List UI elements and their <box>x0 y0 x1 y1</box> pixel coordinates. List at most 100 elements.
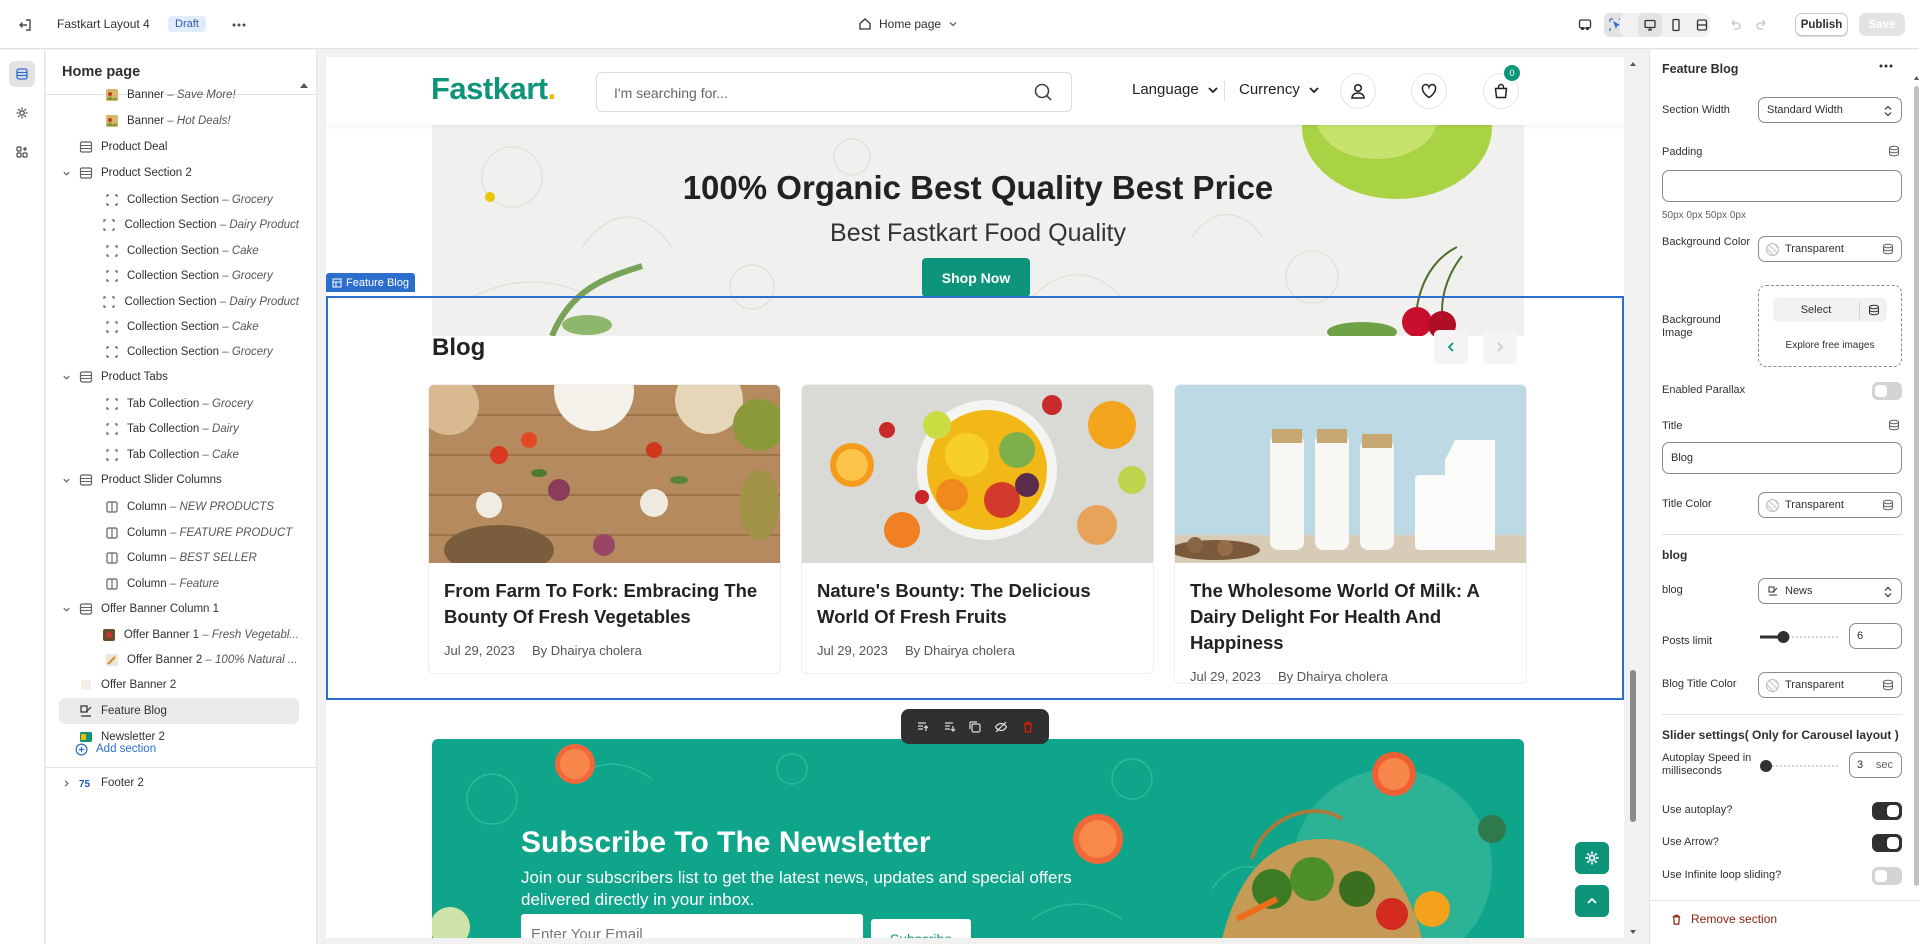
sidebar-item[interactable]: Feature Blog <box>59 698 299 724</box>
section-width-select[interactable]: Standard Width <box>1758 97 1902 123</box>
move-down-icon[interactable] <box>939 717 959 737</box>
infinite-loop-toggle[interactable] <box>1872 867 1902 885</box>
move-up-icon[interactable] <box>912 717 932 737</box>
selected-section-label[interactable]: Feature Blog <box>326 273 415 292</box>
hide-icon[interactable] <box>991 717 1011 737</box>
posts-limit-slider[interactable] <box>1758 631 1838 643</box>
sidebar-item[interactable]: Collection Section – Cake <box>59 238 299 264</box>
canvas-scrollbar[interactable] <box>1629 60 1637 936</box>
delete-icon[interactable] <box>1018 717 1038 737</box>
scroll-up-icon[interactable] <box>300 82 308 88</box>
store-search-input[interactable]: I'm searching for... <box>596 72 1072 112</box>
sidebar-item[interactable]: Tab Collection – Dairy <box>59 416 299 442</box>
sidebar-item[interactable]: Offer Banner 1 – Fresh Vegetabl... <box>59 622 299 648</box>
parallax-toggle[interactable] <box>1872 382 1902 400</box>
sidebar-item[interactable]: Product Slider Columns <box>59 467 299 493</box>
sidebar-item[interactable]: Column – BEST SELLER <box>59 545 299 571</box>
dynamic-source-icon[interactable] <box>1888 419 1900 431</box>
autoplay-speed-slider[interactable] <box>1758 760 1838 772</box>
sidebar-item[interactable]: Tab Collection – Grocery <box>59 391 299 417</box>
blog-card[interactable]: The Wholesome World Of Milk: A Dairy Del… <box>1174 384 1527 684</box>
autoplay-speed-input[interactable]: 3 sec <box>1849 752 1902 778</box>
section-toolbar <box>901 709 1049 744</box>
blog-source-select[interactable]: News <box>1758 578 1902 604</box>
chevron-down-icon[interactable] <box>59 169 73 178</box>
blog-card-date: Jul 29, 2023 <box>817 643 888 658</box>
chevron-down-icon[interactable] <box>59 605 73 614</box>
blog-card-title[interactable]: The Wholesome World Of Milk: A Dairy Del… <box>1190 578 1510 656</box>
scroll-top-button[interactable] <box>1575 885 1609 917</box>
publish-button[interactable]: Publish <box>1795 13 1848 36</box>
newsletter-subscribe-button[interactable]: Subscribe <box>871 919 971 938</box>
sidebar-item[interactable]: Product Deal <box>59 134 299 160</box>
duplicate-icon[interactable] <box>965 717 985 737</box>
account-icon[interactable] <box>1340 73 1376 109</box>
sidebar-item[interactable]: Banner – Hot Deals! <box>59 108 299 134</box>
store-logo[interactable]: Fastkart. <box>431 71 556 107</box>
remove-section-button[interactable]: Remove section <box>1670 912 1777 926</box>
sidebar-item[interactable]: Collection Section – Cake <box>59 314 299 340</box>
sidebar-item-suffix: – Save More! <box>164 89 236 101</box>
sidebar-item[interactable]: Banner – Save More! <box>59 82 299 108</box>
padding-input[interactable] <box>1662 170 1902 202</box>
sidebar-item[interactable]: Offer Banner 2 <box>59 672 299 698</box>
sidebar-item[interactable]: Product Tabs <box>59 364 299 390</box>
inspector-icon[interactable] <box>1574 14 1596 36</box>
redo-icon[interactable] <box>1752 14 1772 36</box>
sidebar-item[interactable]: Collection Section – Dairy Product <box>59 289 299 315</box>
wishlist-icon[interactable] <box>1411 73 1447 109</box>
more-actions-icon[interactable] <box>1879 64 1893 68</box>
sections-icon[interactable] <box>9 61 35 87</box>
blog-card[interactable]: Nature's Bounty: The Delicious World Of … <box>801 384 1154 674</box>
title-color-picker[interactable]: Transparent <box>1758 492 1902 518</box>
theme-settings-icon[interactable] <box>9 100 35 126</box>
sidebar-item[interactable]: Tab Collection – Cake <box>59 442 299 468</box>
language-dropdown[interactable]: Language <box>1132 81 1219 98</box>
desktop-view-icon[interactable] <box>1638 13 1662 37</box>
sidebar-item[interactable]: Column – FEATURE PRODUCT <box>59 520 299 546</box>
search-icon[interactable] <box>1033 82 1053 102</box>
settings-float-button[interactable] <box>1575 842 1609 874</box>
sidebar-item[interactable]: Column – Feature <box>59 571 299 597</box>
more-actions-icon[interactable] <box>228 14 250 36</box>
use-arrow-toggle[interactable] <box>1872 834 1902 852</box>
background-color-picker[interactable]: Transparent <box>1758 236 1902 262</box>
collection-icon <box>105 320 119 334</box>
sidebar-item[interactable]: Product Section 2 <box>59 160 299 186</box>
sidebar-item[interactable]: Collection Section – Grocery <box>59 339 299 365</box>
currency-dropdown[interactable]: Currency <box>1239 81 1320 98</box>
blog-card-title[interactable]: Nature's Bounty: The Delicious World Of … <box>817 578 1137 630</box>
blog-card[interactable]: From Farm To Fork: Embracing The Bounty … <box>428 384 781 674</box>
apps-icon[interactable] <box>9 139 35 165</box>
sidebar-item[interactable]: Column – NEW PRODUCTS <box>59 494 299 520</box>
use-autoplay-toggle[interactable] <box>1872 802 1902 820</box>
sidebar-item[interactable]: Offer Banner 2 – 100% Natural ... <box>59 647 299 673</box>
add-section-button[interactable]: Add section <box>59 736 299 762</box>
background-image-select-button[interactable]: Select <box>1773 298 1887 322</box>
save-button[interactable]: Save <box>1859 13 1905 36</box>
sidebar-item[interactable]: Collection Section – Dairy Product <box>59 212 299 238</box>
shop-now-button[interactable]: Shop Now <box>922 258 1030 297</box>
sidebar-item[interactable]: Offer Banner Column 1 <box>59 596 299 622</box>
sidebar-item-label: Tab Collection <box>127 398 200 410</box>
posts-limit-input[interactable]: 6 <box>1849 623 1902 649</box>
blog-card-title[interactable]: From Farm To Fork: Embracing The Bounty … <box>444 578 764 630</box>
chevron-down-icon[interactable] <box>59 476 73 485</box>
newsletter-email-input[interactable]: Enter Your Email <box>521 914 863 938</box>
undo-icon[interactable] <box>1725 14 1745 36</box>
title-input[interactable]: Blog <box>1662 442 1902 474</box>
sidebar-item[interactable]: Collection Section – Grocery <box>59 187 299 213</box>
mobile-view-icon[interactable] <box>1664 13 1688 37</box>
panel-scrollbar[interactable] <box>1914 74 1919 894</box>
sidebar-item-footer[interactable]: 75 Footer 2 <box>59 770 299 796</box>
dynamic-source-icon[interactable] <box>1888 145 1900 157</box>
page-selector[interactable]: Home page <box>858 13 958 35</box>
exit-icon[interactable] <box>14 14 36 36</box>
carousel-next-button[interactable] <box>1483 330 1517 364</box>
sidebar-item[interactable]: Collection Section – Grocery <box>59 263 299 289</box>
explore-free-images-link[interactable]: Explore free images <box>1759 340 1901 351</box>
fullscreen-view-icon[interactable] <box>1690 13 1714 37</box>
chevron-down-icon[interactable] <box>59 373 73 382</box>
blog-title-color-picker[interactable]: Transparent <box>1758 672 1902 698</box>
carousel-prev-button[interactable] <box>1434 330 1468 364</box>
